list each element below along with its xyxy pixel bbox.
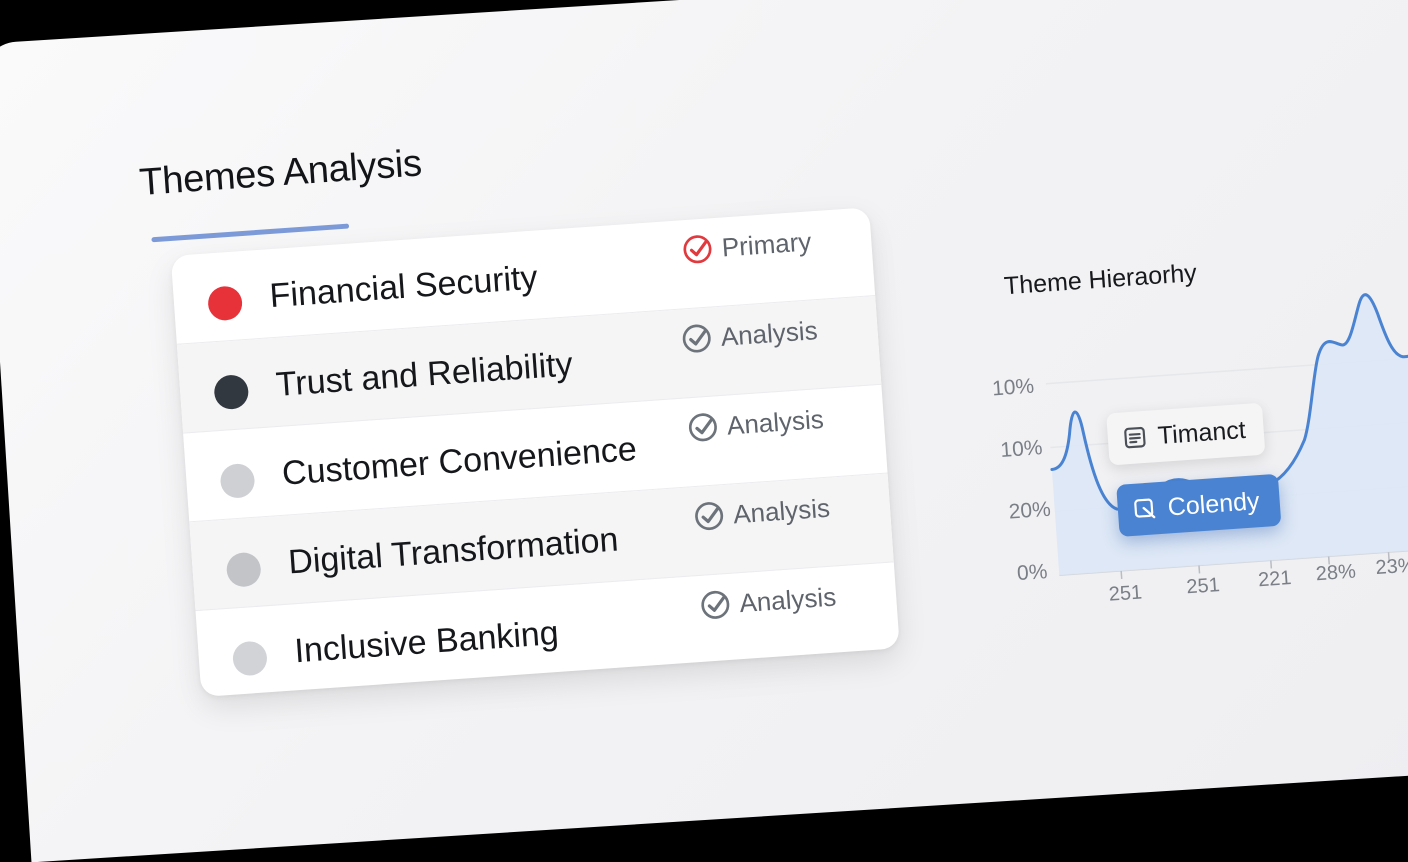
- list-icon: [1121, 424, 1149, 452]
- y-tick-label: 10%: [991, 375, 1035, 402]
- y-tick-label: 10%: [1000, 436, 1044, 463]
- y-tick-label: 20%: [1008, 498, 1052, 525]
- theme-hierarchy-chart: Theme Hieraorhy 10% 10% 20% 0% 251 251 2…: [0, 0, 1408, 837]
- edit-icon: [1131, 495, 1159, 523]
- y-tick-label: 0%: [1016, 560, 1048, 586]
- chart-tooltip[interactable]: Timanct: [1106, 403, 1265, 466]
- chart-title: Theme Hieraorhy: [1003, 259, 1198, 301]
- x-tick-label: 251: [1108, 582, 1143, 607]
- x-tick-mark: [1199, 565, 1200, 573]
- x-tick-label: 251: [1186, 574, 1221, 599]
- x-tick-label: 23%: [1375, 554, 1408, 580]
- x-tick-label: 28%: [1315, 561, 1357, 587]
- tooltip-label: Colendy: [1167, 487, 1261, 522]
- x-tick-mark: [1271, 560, 1272, 568]
- tooltip-label: Timanct: [1157, 415, 1247, 450]
- x-tick-label: 221: [1257, 567, 1292, 592]
- x-tick-mark: [1121, 571, 1122, 579]
